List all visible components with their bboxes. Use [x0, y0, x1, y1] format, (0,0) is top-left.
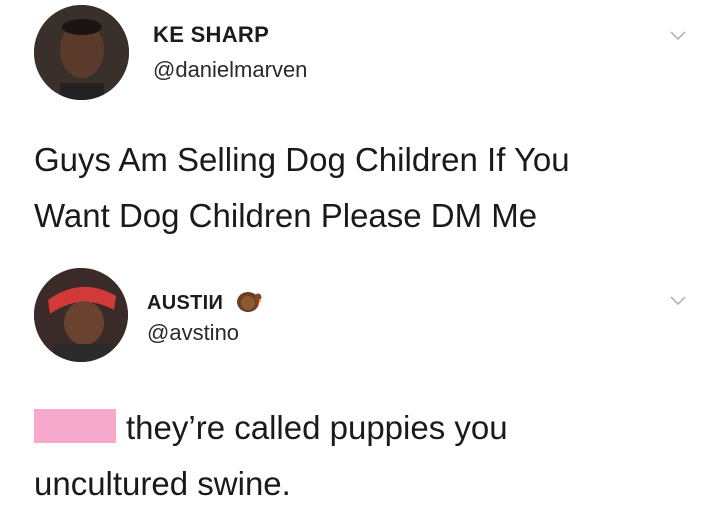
tweet-text-line-1: Guys Am Selling Dog Children If You	[34, 141, 570, 178]
chevron-down-icon[interactable]	[665, 22, 691, 48]
tweet-text-line-2: Want Dog Children Please DM Me	[34, 197, 538, 234]
turkey-icon	[237, 292, 263, 312]
avatar-photo	[34, 268, 128, 362]
display-name-text: AUSTIИ	[147, 292, 224, 314]
user-handle[interactable]: @avstino	[147, 320, 239, 346]
tweet-text-line-2: uncultured swine.	[34, 465, 291, 502]
chevron-down-icon[interactable]	[665, 287, 691, 313]
redacted-mention	[34, 409, 116, 443]
user-handle[interactable]: @danielmarven	[153, 57, 307, 83]
tweet-text-line-1: they’re called puppies you	[34, 401, 508, 454]
display-name[interactable]: KE SHARP	[153, 22, 269, 48]
display-name[interactable]: AUSTIИ	[147, 288, 265, 315]
avatar[interactable]	[34, 5, 129, 100]
avatar-photo	[34, 5, 129, 100]
tweet-2: AUSTIИ @avstino they’re called puppies y…	[0, 260, 720, 528]
tweet-1: KE SHARP @danielmarven Guys Am Selling D…	[0, 0, 720, 260]
tweet-text-content: they’re called puppies you	[126, 409, 508, 446]
avatar[interactable]	[34, 268, 128, 362]
